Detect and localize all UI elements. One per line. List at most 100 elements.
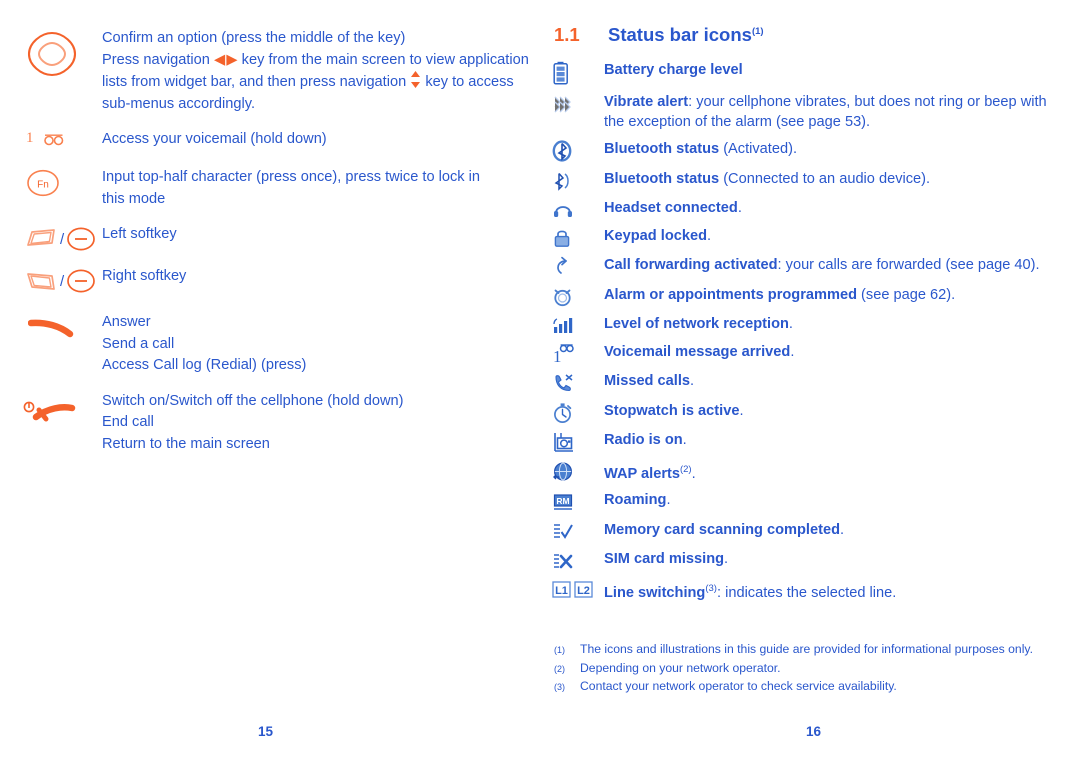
bluetooth-audio-connected-icon — [540, 169, 604, 192]
status-label: WAP alerts — [604, 465, 680, 482]
list-item: Bluetooth status (Connected to an audio … — [540, 169, 1080, 192]
fn-key-icon: Fn — [0, 167, 102, 197]
status-description: Memory card scanning completed. — [604, 520, 1080, 541]
slash-separator: / — [60, 230, 65, 248]
list-item: L1 L2 Line switching(3): indicates the s… — [540, 579, 1080, 603]
key-line-before: Press navigation — [102, 51, 214, 68]
call-key-icon — [0, 312, 102, 340]
radio-icon — [540, 430, 604, 453]
list-item: Alarm or appointments programmed (see pa… — [540, 285, 1080, 308]
key-line: End call — [102, 414, 154, 430]
status-description: Voicemail message arrived. — [604, 342, 1080, 363]
key-row: Fn Input top-half character (press once)… — [0, 167, 540, 210]
key-description: Access your voicemail (hold down) — [102, 129, 540, 151]
status-detail: . — [682, 432, 687, 448]
status-detail: . — [666, 492, 671, 509]
arrow-up-down-icon — [410, 71, 421, 88]
status-label: Headset connected — [604, 200, 738, 216]
status-description: Call forwarding activated: your calls ar… — [604, 255, 1080, 276]
key-line: Answer — [102, 314, 151, 330]
status-detail: . — [788, 316, 793, 332]
list-item: Call forwarding activated: your calls ar… — [540, 255, 1080, 278]
voicemail-message-icon: 1 — [540, 342, 604, 365]
bluetooth-activated-icon — [540, 139, 604, 162]
status-description: Missed calls. — [604, 371, 1080, 392]
status-detail: (see page 62). — [857, 286, 956, 303]
key-description: Answer Send a call Access Call log (Redi… — [102, 312, 540, 377]
key-line: Press navigation ◀ ▶ key from the main s… — [102, 50, 529, 72]
status-description: Bluetooth status (Activated). — [604, 139, 1080, 160]
key-line-before: lists from widget bar, and then press na… — [102, 74, 411, 90]
status-description: Vibrate alert: your cellphone vibrates, … — [604, 92, 1080, 133]
digit-one-glyph: 1 — [26, 130, 34, 146]
status-description: Keypad locked. — [604, 226, 1080, 247]
list-item: Bluetooth status (Activated). — [540, 139, 1080, 162]
status-description: Bluetooth status (Connected to an audio … — [604, 169, 1080, 190]
status-description: Battery charge level — [604, 60, 1080, 81]
missed-calls-icon — [540, 371, 604, 394]
footnote-item: (1) The icons and illustrations in this … — [554, 641, 1054, 660]
status-label: Radio is on — [604, 432, 683, 448]
list-item: Vibrate alert: your cellphone vibrates, … — [540, 92, 1080, 133]
key-description: Right softkey — [102, 266, 540, 288]
list-item: RM Roaming. — [540, 490, 1080, 513]
status-description: Level of network reception. — [604, 314, 1080, 335]
section-title-text: Status bar icons — [608, 24, 752, 45]
status-description: Roaming. — [604, 490, 1080, 511]
status-detail: . — [707, 227, 712, 244]
footnotes-block: (1) The icons and illustrations in this … — [554, 641, 1054, 697]
list-item: Memory card scanning completed. — [540, 520, 1080, 543]
key-line: Access your voicemail (hold down) — [102, 131, 327, 147]
svg-text:L2: L2 — [577, 585, 590, 597]
key-line: Switch on/Switch off the cellphone (hold… — [102, 392, 404, 409]
status-label: Missed calls — [604, 373, 690, 389]
page-left: Confirm an option (press the middle of t… — [0, 0, 540, 767]
power-end-key-icon — [0, 391, 102, 423]
status-description: Alarm or appointments programmed (see pa… — [604, 285, 1080, 306]
section-heading: 1.1 Status bar icons(1) — [554, 24, 1054, 46]
status-label: Stopwatch is active — [604, 402, 740, 419]
key-row: / Left softkey — [0, 224, 540, 252]
key-line: Return to the main screen — [102, 435, 270, 452]
list-item: Radio is on. — [540, 430, 1080, 453]
svg-text:Fn: Fn — [37, 180, 49, 191]
key-row: / Right softkey — [0, 266, 540, 294]
status-label: Roaming — [604, 492, 667, 509]
status-icon-list: Battery charge level Vibrate alert: your… — [540, 56, 1080, 610]
key-line: Send a call — [102, 335, 175, 352]
page-number-right: 16 — [805, 724, 821, 739]
footnote-marker: (1) — [554, 645, 565, 655]
status-description: SIM card missing. — [604, 549, 1080, 570]
key-line: sub-menus accordingly. — [102, 95, 256, 112]
page-right: 1.1 Status bar icons(1) Battery charge l… — [540, 0, 1080, 767]
status-label: Voicemail message arrived — [604, 343, 791, 360]
status-label: Battery charge level — [604, 62, 743, 78]
status-description: Stopwatch is active. — [604, 401, 1080, 422]
key-description: Switch on/Switch off the cellphone (hold… — [102, 391, 540, 456]
footnote-text: Contact your network operator to check s… — [580, 679, 897, 693]
list-item: 1 Voicemail message arrived. — [540, 342, 1080, 365]
list-item: Stopwatch is active. — [540, 401, 1080, 424]
navigation-key-icon — [0, 28, 102, 78]
list-item: SIM card missing. — [540, 549, 1080, 572]
key-row: Answer Send a call Access Call log (Redi… — [0, 312, 540, 377]
status-label: Level of network reception — [604, 316, 789, 332]
status-label: SIM card missing — [604, 551, 725, 568]
slash-separator: / — [60, 272, 65, 290]
list-item: Battery charge level — [540, 60, 1080, 85]
status-detail: (Connected to an audio device). — [719, 170, 931, 187]
key-line: lists from widget bar, and then press na… — [102, 71, 529, 94]
footnote-marker: (2) — [554, 663, 565, 674]
status-label: Call forwarding activated — [604, 257, 778, 273]
key-line: this mode — [102, 190, 166, 207]
wap-alert-icon — [540, 460, 604, 483]
battery-icon — [540, 60, 604, 85]
key-description: Left softkey — [102, 224, 540, 246]
status-detail: . — [691, 465, 696, 482]
status-detail: (Activated). — [719, 141, 797, 157]
manual-page-spread: Confirm an option (press the middle of t… — [0, 0, 1080, 767]
list-item: Level of network reception. — [540, 314, 1080, 335]
footnote-text: The icons and illustrations in this guid… — [580, 642, 1033, 656]
status-description: Headset connected. — [604, 198, 1080, 219]
status-label: Vibrate alert — [604, 93, 689, 110]
